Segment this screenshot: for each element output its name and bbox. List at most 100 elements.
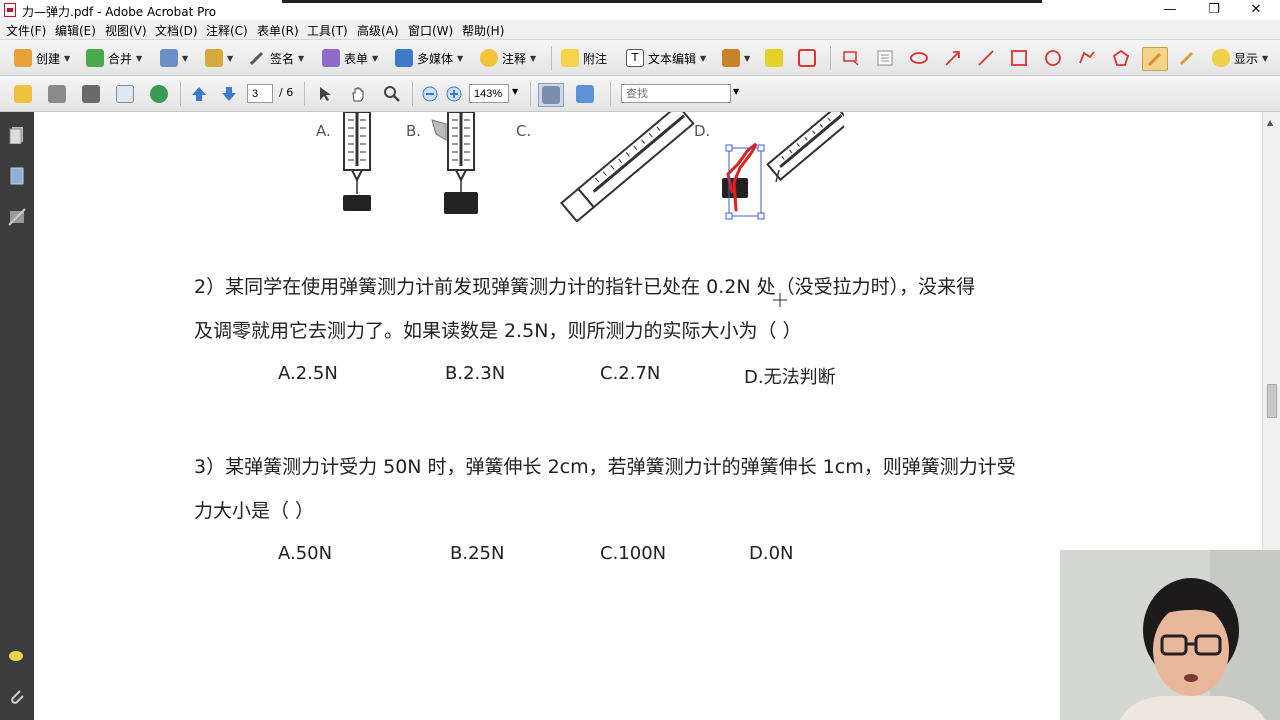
menu-comments[interactable]: 注释(C) [206, 22, 248, 39]
page-number-input[interactable] [247, 84, 273, 103]
secure-button[interactable]: ▼ [205, 47, 233, 69]
menu-document[interactable]: 文档(D) [155, 22, 198, 39]
menu-window[interactable]: 窗口(W) [408, 22, 453, 39]
pages-icon[interactable] [8, 126, 26, 144]
spring-scale-figure [343, 112, 844, 222]
search-input[interactable] [621, 84, 731, 103]
fit-page-button[interactable] [576, 83, 594, 105]
oval-button[interactable] [1044, 47, 1062, 69]
magnifier-icon [384, 86, 400, 102]
restore-button[interactable]: ❐ [1194, 0, 1234, 20]
eraser-button[interactable] [1178, 47, 1196, 69]
email-icon [116, 85, 134, 103]
line-button[interactable] [977, 47, 995, 69]
create-button[interactable]: 创建 ▼ [14, 47, 70, 69]
page-margin [34, 112, 44, 720]
zoom-level-input[interactable] [469, 84, 509, 103]
minimize-button[interactable]: — [1150, 0, 1190, 20]
textbox-icon [877, 50, 893, 66]
callout-icon [843, 51, 859, 66]
stamp-button[interactable]: ▼ [722, 47, 750, 69]
question-3-option-d: D.0N [749, 543, 794, 564]
zoom-out-button[interactable] [422, 83, 438, 105]
sticky-note-button[interactable]: 附注 [561, 47, 607, 69]
spring-scale-d [722, 112, 844, 220]
eraser-icon [1179, 51, 1194, 66]
pencil-icon [1147, 52, 1162, 67]
display-button[interactable]: 显示 ▼ [1212, 47, 1268, 69]
navigation-toolbar: / 6 ▼ ▼ [0, 76, 1280, 112]
menu-help[interactable]: 帮助(H) [462, 22, 504, 39]
pencil-annotation[interactable] [726, 142, 758, 212]
cloud-button[interactable] [910, 47, 928, 69]
video-top-strip [282, 0, 1042, 3]
menu-edit[interactable]: 编辑(E) [55, 22, 96, 39]
open-button[interactable] [14, 83, 32, 105]
menu-tools[interactable]: 工具(T) [307, 22, 348, 39]
search-dropdown-icon[interactable]: ▼ [733, 87, 739, 96]
multimedia-button[interactable]: 多媒体 ▼ [395, 47, 463, 69]
menu-bar: 文件(F) 编辑(E) 视图(V) 文档(D) 注释(C) 表单(R) 工具(T… [0, 20, 1280, 40]
menu-file[interactable]: 文件(F) [6, 22, 46, 39]
sign-button[interactable]: 签名 ▼ [248, 47, 304, 69]
collaborate-button[interactable] [150, 83, 168, 105]
question-3-option-c: C.100N [600, 543, 667, 564]
text-edit-button[interactable]: T 文本编辑 ▼ [626, 47, 706, 69]
textbox-button[interactable] [876, 47, 894, 69]
forms-button[interactable]: 表单 ▼ [322, 47, 378, 69]
hand-tool-button[interactable] [349, 83, 367, 105]
signatures-icon[interactable] [8, 208, 26, 226]
question-2-line-1: 2）某同学在使用弹簧测力计前发现弹簧测力计的指针已处在 0.2N 处（没受拉力时… [194, 276, 976, 298]
question-2-option-c: C.2.7N [600, 363, 661, 384]
email-button[interactable] [116, 83, 134, 105]
scrolling-mode-button[interactable] [538, 83, 564, 107]
attachments-icon[interactable] [8, 687, 26, 705]
zoom-tool-button[interactable] [383, 83, 401, 105]
select-tool-button[interactable] [316, 83, 334, 105]
previous-page-button[interactable] [190, 83, 208, 105]
lock-icon [205, 49, 223, 67]
separator [412, 82, 413, 106]
arrow-button[interactable] [944, 47, 962, 69]
navigation-pane [0, 112, 34, 720]
bookmarks-icon[interactable] [8, 167, 26, 185]
replace-text-button[interactable] [798, 47, 816, 69]
scrollbar-thumb[interactable] [1267, 384, 1277, 418]
sticky-note-icon [561, 49, 579, 67]
print-button[interactable] [48, 83, 66, 105]
callout-button[interactable] [842, 47, 860, 69]
next-page-button[interactable] [220, 83, 238, 105]
combine-button[interactable]: 合并 ▼ [86, 47, 142, 69]
save-button[interactable] [82, 83, 100, 105]
rectangle-icon [1011, 50, 1027, 66]
menu-advanced[interactable]: 高级(A) [357, 22, 399, 39]
polygon-line-icon [1079, 51, 1095, 64]
separator [610, 82, 611, 106]
save-icon [82, 85, 100, 103]
highlight-text-button[interactable] [765, 47, 783, 69]
comment-button[interactable]: 注释 ▼ [480, 47, 536, 69]
separator [304, 82, 305, 106]
polygon-button[interactable] [1112, 47, 1130, 69]
presenter-video [1060, 550, 1280, 720]
share-button[interactable]: ▼ [160, 47, 188, 69]
pdf-icon [4, 3, 16, 17]
question-3-option-b: B.25N [450, 543, 505, 564]
globe-icon [150, 85, 168, 103]
comments-icon[interactable] [8, 648, 26, 666]
text-edit-icon: T [626, 49, 644, 67]
spring-scale-c [560, 112, 695, 222]
rectangle-button[interactable] [1010, 47, 1028, 69]
polygon-line-button[interactable] [1078, 47, 1096, 69]
highlight-text-icon [765, 49, 783, 67]
close-button[interactable]: ✕ [1236, 0, 1276, 20]
zoom-dropdown-icon[interactable]: ▼ [512, 87, 518, 96]
menu-view[interactable]: 视图(V) [105, 22, 147, 39]
menu-forms[interactable]: 表单(R) [257, 22, 299, 39]
page-total: / 6 [279, 86, 294, 99]
scroll-up-icon[interactable]: ▲ [1267, 118, 1273, 127]
pencil-button[interactable] [1142, 47, 1168, 71]
pen-icon [249, 51, 264, 66]
zoom-in-button[interactable] [446, 83, 462, 105]
replace-text-icon [798, 49, 816, 67]
